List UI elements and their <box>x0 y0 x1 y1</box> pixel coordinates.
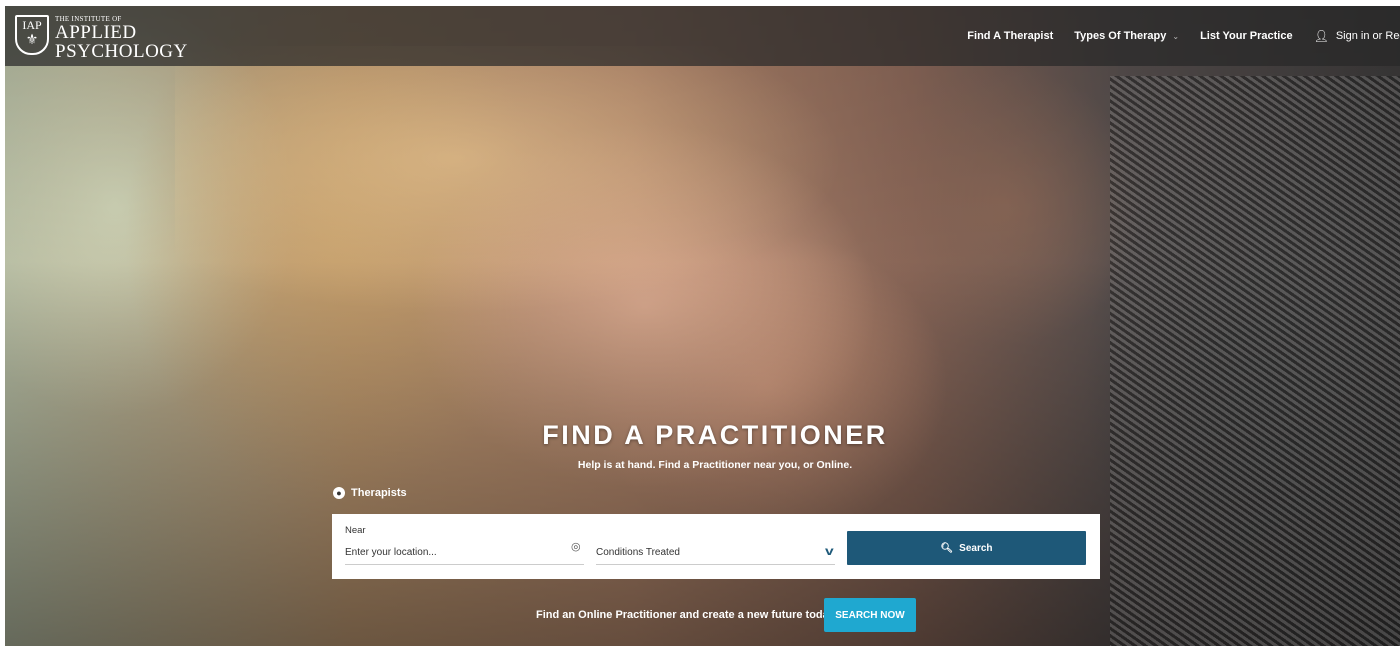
nav-list-practice[interactable]: List Your Practice <box>1200 30 1293 42</box>
nav-sign-in[interactable]: 👤︎ Sign in or Regi <box>1314 29 1400 43</box>
conditions-select[interactable]: Conditions Treated v <box>596 540 835 565</box>
logo-line-3: PSYCHOLOGY <box>55 41 188 62</box>
search-button-label: Search <box>959 542 993 554</box>
tab-therapists-label: Therapists <box>351 487 407 499</box>
user-icon: 👤︎ <box>1313 29 1329 43</box>
tab-therapists[interactable]: ● Therapists <box>333 487 407 499</box>
logo-line-2: APPLIED <box>55 22 137 43</box>
chevron-down-icon: v <box>825 544 835 558</box>
fleur-de-lis-icon: ⚜ <box>25 33 39 48</box>
nav-sign-in-label: Sign in or Regi <box>1335 30 1400 42</box>
near-label: Near <box>345 525 366 536</box>
top-navbar: IAP ⚜ THE INSTITUTE OF APPLIED PSYCHOLOG… <box>5 6 1400 66</box>
hero-title: FIND A PRACTITIONER <box>542 420 888 450</box>
search-button[interactable]: 🔍︎ Search <box>847 531 1086 565</box>
nav-types-of-therapy-label: Types Of Therapy <box>1074 30 1167 42</box>
online-cta-text: Find an Online Practitioner and create a… <box>536 609 835 621</box>
logo-text: THE INSTITUTE OF APPLIED PSYCHOLOGY <box>55 15 188 62</box>
search-icon: 🔍︎ <box>940 542 954 554</box>
hero-subtitle: Help is at hand. Find a Practitioner nea… <box>577 459 853 471</box>
locate-target-icon[interactable]: ◎ <box>571 540 581 553</box>
location-input[interactable] <box>345 540 584 565</box>
search-form: Near ◎ Conditions Treated v 🔍︎ Search <box>332 514 1100 579</box>
chevron-down-icon: ⌄ <box>1172 31 1180 41</box>
user-circle-icon: ● <box>333 487 345 499</box>
logo-shield-icon: IAP ⚜ <box>15 15 49 55</box>
search-now-button[interactable]: SEARCH NOW <box>824 598 916 632</box>
site-logo[interactable]: IAP ⚜ THE INSTITUTE OF APPLIED PSYCHOLOG… <box>15 15 188 61</box>
logo-abbr: IAP <box>22 18 42 32</box>
nav-links: Find A Therapist Types Of Therapy ⌄ List… <box>946 6 1400 66</box>
nav-types-of-therapy[interactable]: Types Of Therapy ⌄ <box>1074 30 1179 42</box>
nav-find-therapist[interactable]: Find A Therapist <box>967 30 1053 42</box>
hero-hair-highlight <box>175 46 875 326</box>
hero-sweater-texture <box>1110 76 1400 646</box>
conditions-select-label: Conditions Treated <box>596 546 680 558</box>
